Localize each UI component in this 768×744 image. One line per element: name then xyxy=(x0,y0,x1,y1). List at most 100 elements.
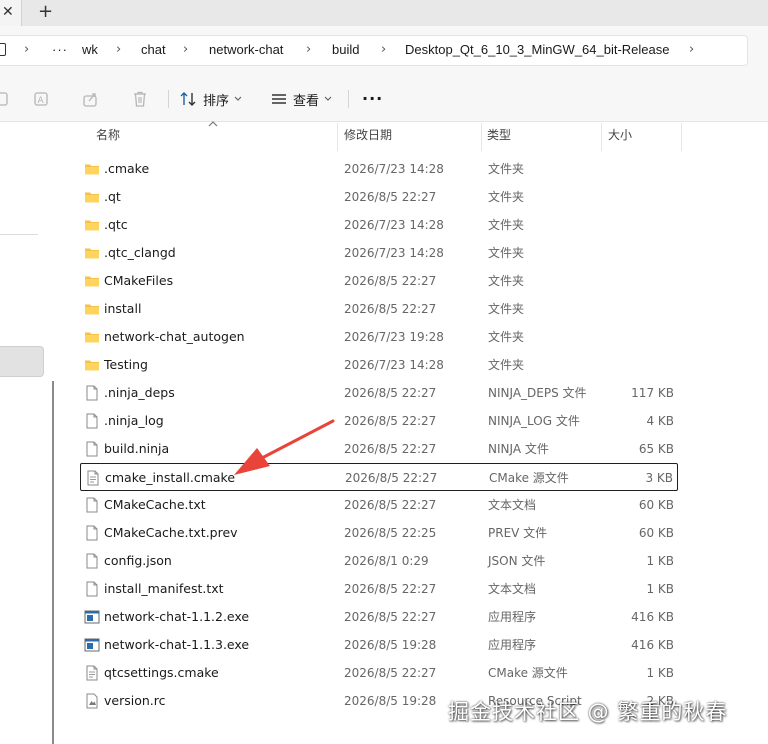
file-row[interactable]: .ninja_deps 2026/8/5 22:27 NINJA_DEPS 文件 11… xyxy=(80,379,678,407)
file-row[interactable]: CMakeCache.txt.prev 2026/8/5 22:25 PREV 文件… xyxy=(80,519,678,547)
file-type: 应用程序 xyxy=(488,638,537,652)
file-type: JSON 文件 xyxy=(488,554,546,568)
breadcrumb-separator-icon[interactable]: › xyxy=(24,41,29,59)
file-date: 2026/8/5 19:28 xyxy=(344,638,437,652)
file-size: 65 KB xyxy=(638,442,674,456)
folder-icon xyxy=(84,301,100,317)
file-name: CMakeCache.txt.prev xyxy=(104,525,238,540)
file-row[interactable]: .ninja_log 2026/8/5 22:27 NINJA_LOG 文件 4 KB xyxy=(80,407,678,435)
exe-icon xyxy=(84,637,100,653)
file-date: 2026/8/5 22:27 xyxy=(344,498,437,512)
breadcrumb-current-folder[interactable]: Desktop_Qt_6_10_3_MinGW_64_bit-Release xyxy=(405,41,670,59)
file-date: 2026/7/23 14:28 xyxy=(344,358,444,372)
column-divider[interactable] xyxy=(337,123,338,151)
folder-icon xyxy=(84,245,100,261)
active-tab[interactable]: ✕ xyxy=(0,0,22,26)
file-row[interactable]: qtcsettings.cmake 2026/8/5 22:27 CMake 源文件… xyxy=(80,659,678,687)
file-name: CMakeCache.txt xyxy=(104,497,206,512)
view-label: 查看 xyxy=(293,93,320,109)
column-divider[interactable] xyxy=(601,123,602,151)
file-icon xyxy=(84,441,100,457)
file-name: .ninja_log xyxy=(104,413,164,428)
nav-selected-item[interactable] xyxy=(0,346,44,377)
file-type: 文件夹 xyxy=(488,162,525,176)
file-date: 2026/8/5 22:25 xyxy=(344,526,437,540)
file-row[interactable]: CMakeFiles 2026/8/5 22:27 文件夹 xyxy=(80,267,678,295)
file-name: install_manifest.txt xyxy=(104,581,224,596)
file-date: 2026/8/1 0:29 xyxy=(344,554,429,568)
breadcrumb-separator-icon[interactable]: › xyxy=(183,41,188,59)
file-date: 2026/7/23 14:28 xyxy=(344,246,444,260)
file-date: 2026/8/5 19:28 xyxy=(344,694,437,708)
file-row[interactable]: network-chat-1.1.3.exe 2026/8/5 19:28 应用程序… xyxy=(80,631,678,659)
file-row[interactable]: network-chat_autogen 2026/7/23 19:28 文件夹 xyxy=(80,323,678,351)
column-divider[interactable] xyxy=(481,123,482,151)
file-row[interactable]: .cmake 2026/7/23 14:28 文件夹 xyxy=(80,155,678,183)
breadcrumb-chat[interactable]: chat xyxy=(141,41,166,59)
file-row[interactable]: CMakeCache.txt 2026/8/5 22:27 文本文档 60 KB xyxy=(80,491,678,519)
breadcrumb-separator-icon[interactable]: › xyxy=(689,41,694,59)
file-list: 名称 修改日期 类型 大小 .cmake 2026/7/23 14:28 文件夹 .q… xyxy=(62,121,768,744)
folder-icon xyxy=(84,329,100,345)
command-divider xyxy=(168,90,169,108)
view-button[interactable]: 查看 xyxy=(270,88,332,110)
close-tab-icon[interactable]: ✕ xyxy=(2,3,14,21)
column-header-name[interactable]: 名称 xyxy=(96,127,120,143)
file-type: PREV 文件 xyxy=(488,526,548,540)
breadcrumb-separator-icon[interactable]: › xyxy=(116,41,121,59)
file-date: 2026/7/23 14:28 xyxy=(344,218,444,232)
rename-icon[interactable]: A xyxy=(33,90,51,108)
new-tab-button[interactable]: + xyxy=(38,2,53,22)
nav-divider xyxy=(0,234,38,235)
file-type: NINJA_LOG 文件 xyxy=(488,414,580,428)
file-type: CMake 源文件 xyxy=(489,471,569,485)
breadcrumb-separator-icon[interactable]: › xyxy=(306,41,311,59)
svg-text:A: A xyxy=(38,96,45,106)
breadcrumb-overflow[interactable]: ··· xyxy=(52,41,68,59)
file-row[interactable]: install 2026/8/5 22:27 文件夹 xyxy=(80,295,678,323)
file-name: install xyxy=(104,301,142,316)
file-row[interactable]: .qt 2026/8/5 22:27 文件夹 xyxy=(80,183,678,211)
breadcrumb-build[interactable]: build xyxy=(332,41,359,59)
file-row[interactable]: .qtc_clangd 2026/7/23 14:28 文件夹 xyxy=(80,239,678,267)
column-divider[interactable] xyxy=(681,123,682,151)
file-type: 文件夹 xyxy=(488,302,525,316)
folder-icon xyxy=(84,273,100,289)
column-header-date[interactable]: 修改日期 xyxy=(344,127,392,143)
sort-ascending-icon xyxy=(208,121,218,127)
file-row[interactable]: .qtc 2026/7/23 14:28 文件夹 xyxy=(80,211,678,239)
file-row[interactable]: install_manifest.txt 2026/8/5 22:27 文本文档 1 … xyxy=(80,575,678,603)
this-pc-icon[interactable] xyxy=(0,43,6,56)
breadcrumb-network-chat[interactable]: network-chat xyxy=(209,41,283,59)
file-row[interactable]: build.ninja 2026/8/5 22:27 NINJA 文件 65 KB xyxy=(80,435,678,463)
file-name: network-chat-1.1.3.exe xyxy=(104,637,250,652)
column-header-type[interactable]: 类型 xyxy=(487,127,511,143)
more-options-button[interactable]: ··· xyxy=(362,87,383,109)
file-name: Testing xyxy=(104,357,148,372)
delete-icon[interactable] xyxy=(131,90,149,108)
file-size: 1 KB xyxy=(646,554,674,568)
breadcrumb-separator-icon[interactable]: › xyxy=(381,41,386,59)
folder-icon xyxy=(84,357,100,373)
file-type: 文本文档 xyxy=(488,582,537,596)
tab-strip: ✕ + xyxy=(0,0,768,26)
sort-button[interactable]: 排序 xyxy=(180,88,242,110)
share-icon[interactable] xyxy=(82,90,100,108)
file-size: 60 KB xyxy=(638,498,674,512)
column-header-size[interactable]: 大小 xyxy=(608,127,632,143)
file-name: .ninja_deps xyxy=(104,385,175,400)
file-icon xyxy=(84,497,100,513)
navigation-scrollbar[interactable] xyxy=(52,381,54,744)
file-type: 文件夹 xyxy=(488,274,525,288)
file-icon xyxy=(84,553,100,569)
folder-icon xyxy=(84,217,100,233)
copy-icon[interactable] xyxy=(0,90,12,108)
folder-icon xyxy=(84,161,100,177)
file-name: build.ninja xyxy=(104,441,170,456)
file-row-selected[interactable]: cmake_install.cmake 2026/8/5 22:27 CMake 源… xyxy=(80,463,678,491)
file-row[interactable]: network-chat-1.1.2.exe 2026/8/5 22:27 应用程序… xyxy=(80,603,678,631)
file-row[interactable]: Testing 2026/7/23 14:28 文件夹 xyxy=(80,351,678,379)
file-row[interactable]: config.json 2026/8/1 0:29 JSON 文件 1 KB xyxy=(80,547,678,575)
breadcrumb-wk[interactable]: wk xyxy=(82,41,98,59)
file-date: 2026/8/5 22:27 xyxy=(344,610,437,624)
